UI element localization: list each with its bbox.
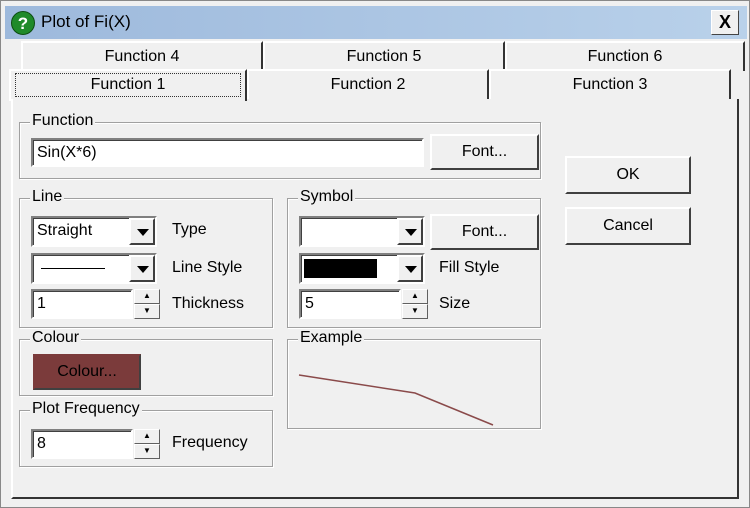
symbol-legend: Symbol	[298, 188, 356, 206]
chevron-down-icon[interactable]	[397, 218, 423, 245]
chevron-down-icon[interactable]	[129, 218, 155, 245]
symbol-select[interactable]	[299, 216, 425, 247]
chevron-down-icon[interactable]	[397, 255, 423, 282]
thickness-label: Thickness	[172, 295, 245, 312]
example-line	[298, 374, 494, 426]
spin-down-icon[interactable]: ▼	[134, 444, 160, 459]
thickness-input[interactable]: 1	[31, 289, 133, 319]
tab-function-5[interactable]: Function 5	[263, 41, 505, 71]
fill-style-label: Fill Style	[439, 259, 500, 276]
spin-down-icon[interactable]: ▼	[134, 304, 160, 319]
fill-style-select[interactable]	[299, 253, 425, 284]
line-type-select[interactable]: Straight	[31, 216, 157, 247]
function-font-button[interactable]: Font...	[430, 134, 539, 170]
line-legend: Line	[30, 188, 65, 206]
tab-function-6[interactable]: Function 6	[505, 41, 745, 71]
spin-down-icon[interactable]: ▼	[402, 304, 428, 319]
help-icon: ?	[11, 11, 35, 35]
spin-up-icon[interactable]: ▲	[134, 429, 160, 444]
fill-swatch	[304, 259, 377, 278]
tab-function-1[interactable]: Function 1	[9, 69, 247, 101]
frequency-input[interactable]: 8	[31, 429, 133, 459]
example-preview	[298, 374, 494, 426]
frequency-spinner[interactable]: ▲ ▼	[134, 429, 160, 459]
line-style-label: Line Style	[172, 259, 243, 276]
line-style-select[interactable]	[31, 253, 157, 284]
line-style-preview	[41, 268, 105, 269]
size-spinner[interactable]: ▲ ▼	[402, 289, 428, 319]
colour-legend: Colour	[30, 329, 82, 347]
title-bar: ? Plot of Fi(X) X	[5, 6, 747, 39]
type-label: Type	[172, 221, 207, 238]
cancel-button[interactable]: Cancel	[565, 207, 691, 245]
window-title: Plot of Fi(X)	[41, 12, 131, 31]
plot-frequency-legend: Plot Frequency	[30, 400, 142, 418]
dialog-window: ? Plot of Fi(X) X Function 4 Function 5 …	[0, 0, 750, 508]
symbol-font-button[interactable]: Font...	[430, 214, 539, 250]
tab-function-2[interactable]: Function 2	[247, 69, 489, 99]
tab-function-4[interactable]: Function 4	[21, 41, 263, 71]
size-label: Size	[439, 295, 471, 312]
function-input[interactable]: Sin(X*6)	[31, 138, 424, 167]
thickness-spinner[interactable]: ▲ ▼	[134, 289, 160, 319]
spin-up-icon[interactable]: ▲	[134, 289, 160, 304]
ok-button[interactable]: OK	[565, 156, 691, 194]
colour-button[interactable]: Colour...	[33, 354, 141, 390]
line-type-value: Straight	[37, 222, 93, 239]
spin-up-icon[interactable]: ▲	[402, 289, 428, 304]
chevron-down-icon[interactable]	[129, 255, 155, 282]
size-input[interactable]: 5	[299, 289, 401, 319]
frequency-label: Frequency	[172, 434, 248, 451]
tab-function-3[interactable]: Function 3	[489, 69, 731, 99]
function-legend: Function	[30, 112, 96, 130]
close-button[interactable]: X	[711, 10, 739, 35]
tab-label: Function 1	[15, 73, 241, 97]
